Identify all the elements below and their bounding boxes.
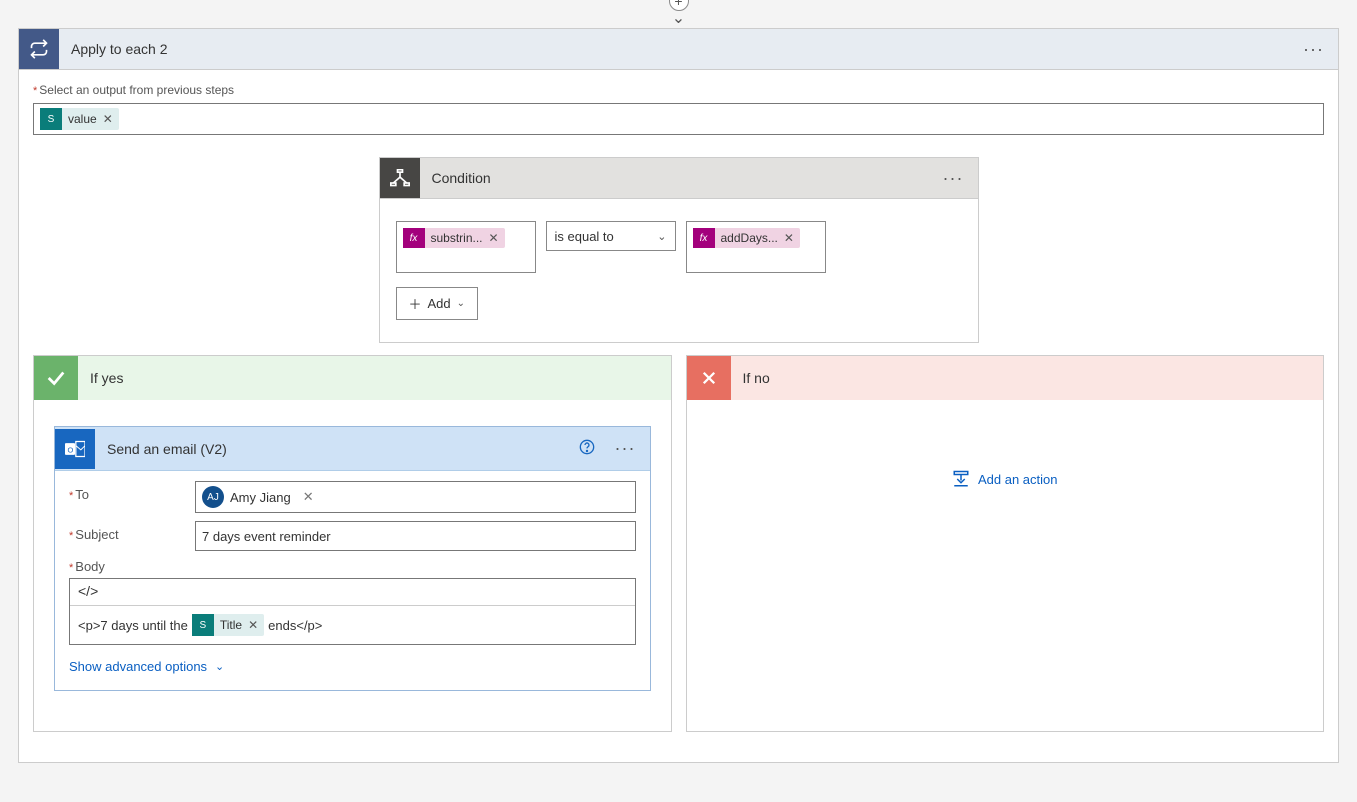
required-icon: * [33,85,37,97]
if-no-header: If no [687,356,1324,400]
adddays-token[interactable]: fx addDays... ✕ [693,228,800,248]
apply-to-each-title: Apply to each 2 [59,41,1289,57]
value-token[interactable]: S value ✕ [40,108,119,130]
remove-recipient-icon[interactable]: ✕ [297,489,314,505]
fx-icon: fx [693,228,715,248]
chevron-down-icon: ⌄ [215,660,224,673]
remove-token-icon[interactable]: ✕ [248,618,264,632]
condition-right-input[interactable]: fx addDays... ✕ [686,221,826,273]
to-label: *To [69,481,195,502]
sharepoint-icon: S [192,614,214,636]
insert-step-above[interactable]: + ⌄ [18,0,1339,28]
show-advanced-options-link[interactable]: Show advanced options ⌄ [69,659,224,674]
loop-icon [19,29,59,69]
title-token[interactable]: S Title ✕ [192,614,264,636]
if-yes-header: If yes [34,356,671,400]
body-label: *Body [69,559,195,574]
fx-icon: fx [403,228,425,248]
add-action-link[interactable]: Add an action [952,470,1058,488]
recipient-chip[interactable]: AJ Amy Jiang ✕ [202,486,314,508]
if-yes-card: If yes O Send an email (V2) ··· [33,355,672,732]
to-input[interactable]: AJ Amy Jiang ✕ [195,481,636,513]
substring-token[interactable]: fx substrin... ✕ [403,228,505,248]
sharepoint-icon: S [40,108,62,130]
remove-token-icon[interactable]: ✕ [784,231,800,245]
chevron-down-icon: ⌄ [457,298,465,309]
condition-icon [380,158,420,198]
select-output-input[interactable]: S value ✕ [33,103,1324,135]
send-email-card: O Send an email (V2) ··· *To [54,426,651,691]
condition-title: Condition [420,170,929,186]
subject-label: *Subject [69,521,195,542]
condition-card: Condition ··· fx substrin... ✕ [379,157,979,343]
condition-menu[interactable]: ··· [929,168,978,189]
apply-to-each-menu[interactable]: ··· [1289,39,1338,60]
apply-to-each-header[interactable]: Apply to each 2 ··· [19,29,1338,70]
send-email-header[interactable]: O Send an email (V2) ··· [55,427,650,471]
remove-token-icon[interactable]: ✕ [103,112,119,126]
avatar: AJ [202,486,224,508]
chevron-down-icon: ⌄ [657,230,666,243]
code-view-toggle[interactable]: </> [70,579,635,606]
add-action-icon [952,470,970,488]
outlook-icon: O [55,429,95,469]
condition-left-input[interactable]: fx substrin... ✕ [396,221,536,273]
body-input[interactable]: </> <p>7 days until the S Title ✕ [69,578,636,645]
select-output-label: *Select an output from previous steps [33,83,234,97]
plus-icon: ＋ [409,294,422,313]
condition-header[interactable]: Condition ··· [380,158,978,199]
send-email-menu[interactable]: ··· [601,438,650,459]
close-icon [687,356,731,400]
add-condition-button[interactable]: ＋ Add ⌄ [396,287,479,320]
check-icon [34,356,78,400]
help-icon[interactable] [573,439,601,459]
subject-input[interactable]: 7 days event reminder [195,521,636,551]
remove-token-icon[interactable]: ✕ [489,231,505,245]
svg-text:O: O [68,445,74,454]
if-no-card: If no Add an action [686,355,1325,732]
apply-to-each-body: *Select an output from previous steps S … [19,70,1338,762]
arrow-down-icon: ⌄ [18,16,1339,22]
apply-to-each-card: Apply to each 2 ··· *Select an output fr… [18,28,1339,763]
condition-branches: If yes O Send an email (V2) ··· [33,355,1324,732]
condition-body: fx substrin... ✕ is equal to ⌄ fx [380,199,978,342]
condition-operator-select[interactable]: is equal to ⌄ [546,221,676,251]
